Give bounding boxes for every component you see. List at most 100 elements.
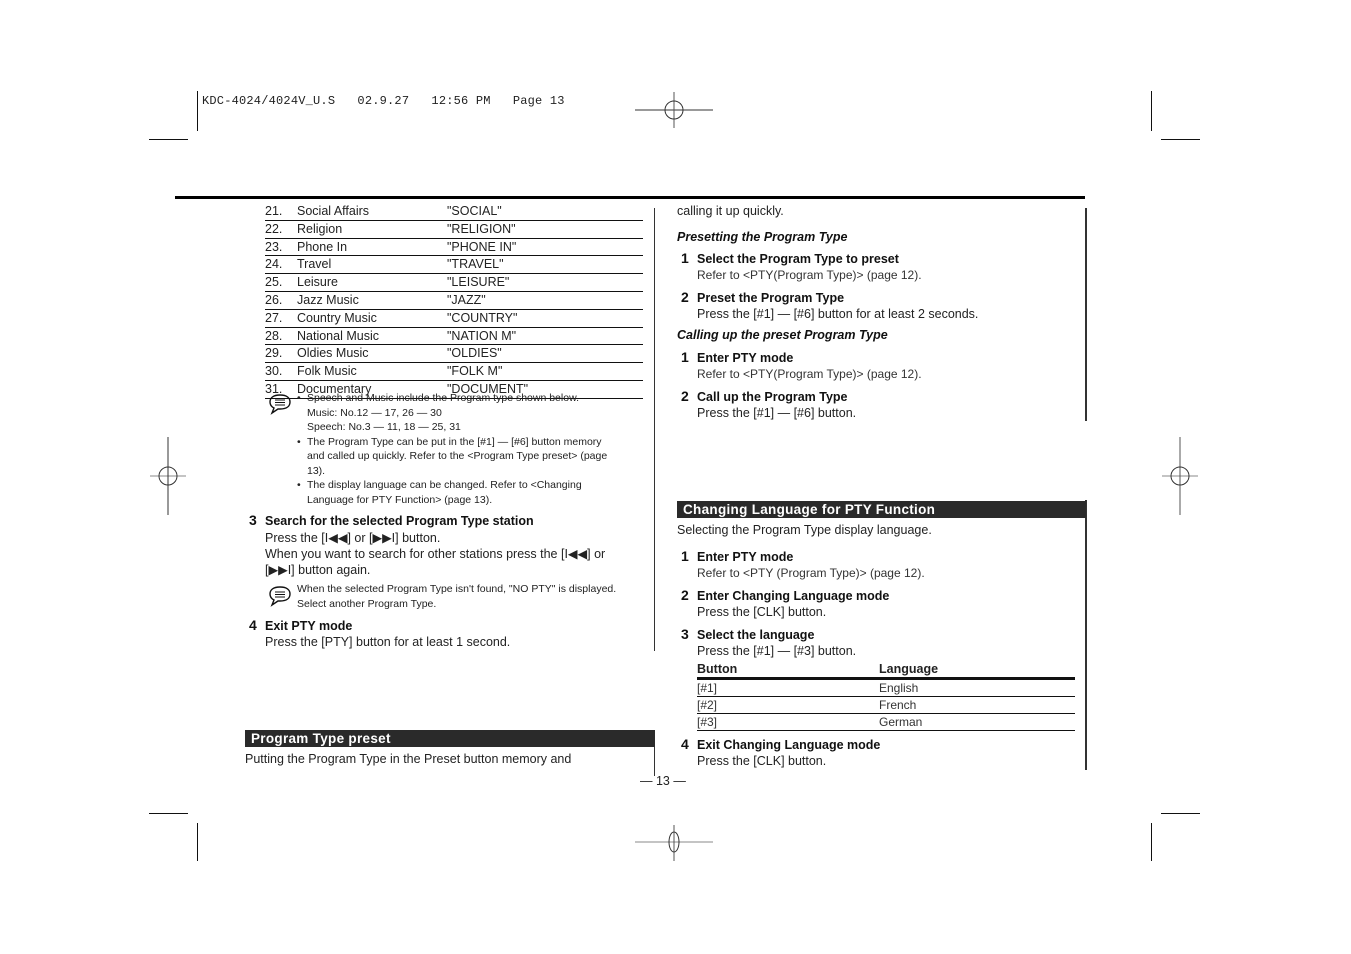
step-title: Enter PTY mode xyxy=(697,351,794,365)
registration-mark-icon xyxy=(635,90,715,130)
pty-name: Religion xyxy=(297,221,343,236)
note-text: Language for PTY Function> (page 13). xyxy=(307,493,493,506)
pty-name: Travel xyxy=(297,257,332,272)
step-number: 4 xyxy=(681,736,689,752)
step-title: Enter Changing Language mode xyxy=(697,589,890,603)
step-number: 3 xyxy=(681,626,689,642)
pty-number: 25. xyxy=(265,275,283,290)
table-row: 29. Oldies Music "OLDIES" xyxy=(265,345,643,364)
pty-name: Leisure xyxy=(297,275,338,290)
step-title: Exit Changing Language mode xyxy=(697,738,881,752)
pty-number: 24. xyxy=(265,257,283,272)
step-text: Press the [#1] — [#6] button for at leas… xyxy=(697,307,979,321)
section-intro: Selecting the Program Type display langu… xyxy=(677,523,932,537)
column-divider xyxy=(1085,500,1087,770)
step-text: Press the [#1] — [#6] button. xyxy=(697,406,857,420)
note-text: and called up quickly. Refer to the <Pro… xyxy=(307,450,608,462)
step-title: Exit PTY mode xyxy=(265,619,353,633)
pty-name: Phone In xyxy=(297,239,348,254)
button-cell: [#1] xyxy=(697,681,718,695)
subheading-calling-up: Calling up the preset Program Type xyxy=(677,328,888,342)
note-bullet: Speech and Music include the Program typ… xyxy=(297,391,657,435)
note-text: The Program Type can be put in the [#1] … xyxy=(307,435,602,448)
note-speech-bubble-icon xyxy=(268,585,292,612)
table-header: Button Language xyxy=(697,662,1075,680)
registration-mark-icon xyxy=(1160,437,1200,517)
print-slug: KDC-4024/4024V_U.S 02.9.27 12:56 PM Page… xyxy=(202,94,565,108)
note-text: When the selected Program Type isn't fou… xyxy=(297,583,617,595)
step-text: Press the [CLK] button. xyxy=(697,754,827,768)
note-bullet: The display language can be changed. Ref… xyxy=(297,478,657,507)
step-number: 2 xyxy=(681,587,689,603)
note-text: Select another Program Type. xyxy=(297,597,437,610)
note-speech-bubble-icon xyxy=(268,393,292,420)
step-number: 2 xyxy=(681,289,689,305)
crop-mark xyxy=(149,139,188,140)
crop-mark xyxy=(1161,813,1200,814)
column-divider xyxy=(1085,208,1087,421)
step-text: Press the [CLK] button. xyxy=(697,605,827,619)
table-row: 21. Social Affairs "SOCIAL" xyxy=(265,203,643,221)
column-header-language: Language xyxy=(879,662,939,676)
header-rule xyxy=(175,196,1085,199)
note-block: When the selected Program Type isn't fou… xyxy=(297,582,616,611)
step-title: Select the Program Type to preset xyxy=(697,252,899,266)
note-text: Music: No.12 — 17, 26 — 30 xyxy=(307,406,442,419)
section-heading-program-type-preset: Program Type preset xyxy=(245,730,655,747)
pty-display-code: "OLDIES" xyxy=(447,346,502,361)
step-number: 3 xyxy=(249,512,257,528)
table-row: 25. Leisure "LEISURE" xyxy=(265,274,643,292)
pty-name: Jazz Music xyxy=(297,292,359,307)
language-table: Button Language [#1] English [#2] French… xyxy=(697,662,1075,731)
crop-mark xyxy=(149,813,188,814)
pty-display-code: "JAZZ" xyxy=(447,292,486,307)
pty-name: Folk Music xyxy=(297,364,357,379)
pty-display-code: "FOLK M" xyxy=(447,364,503,379)
step-title: Enter PTY mode xyxy=(697,550,794,564)
section-intro: Putting the Program Type in the Preset b… xyxy=(245,752,572,766)
step-text: [▶▶I] button again. xyxy=(265,563,371,577)
subheading-presetting: Presetting the Program Type xyxy=(677,230,848,244)
pty-number: 29. xyxy=(265,346,283,361)
note-text: The display language can be changed. Ref… xyxy=(307,479,582,491)
registration-mark-icon xyxy=(635,823,715,863)
pty-number: 27. xyxy=(265,310,283,325)
pty-display-code: "SOCIAL" xyxy=(447,204,502,218)
pty-number: 23. xyxy=(265,239,283,254)
pty-name: National Music xyxy=(297,328,379,343)
pty-display-code: "TRAVEL" xyxy=(447,257,504,272)
table-row: [#3] German xyxy=(697,714,1075,731)
crop-mark xyxy=(1151,823,1152,861)
table-row: [#2] French xyxy=(697,697,1075,714)
pty-number: 26. xyxy=(265,292,283,307)
table-row: 23. Phone In "PHONE IN" xyxy=(265,239,643,257)
pty-number: 21. xyxy=(265,204,283,218)
step-number: 2 xyxy=(681,388,689,404)
language-cell: English xyxy=(879,681,919,695)
page-number: — 13 — xyxy=(640,774,686,788)
table-row: [#1] English xyxy=(697,680,1075,697)
section-intro: calling it up quickly. xyxy=(677,204,784,218)
pty-display-code: "NATION M" xyxy=(447,328,517,343)
step-number: 4 xyxy=(249,617,257,633)
step-text: Refer to <PTY(Program Type)> (page 12). xyxy=(697,268,922,282)
step-text: When you want to search for other statio… xyxy=(265,547,606,561)
table-row: 26. Jazz Music "JAZZ" xyxy=(265,292,643,310)
pty-display-code: "RELIGION" xyxy=(447,221,516,236)
step-text: Refer to <PTY(Program Type)> (page 12). xyxy=(697,367,922,381)
pty-number: 28. xyxy=(265,328,283,343)
step-number: 1 xyxy=(681,548,689,564)
section-heading-changing-language: Changing Language for PTY Function xyxy=(677,501,1086,518)
step-number: 1 xyxy=(681,250,689,266)
step-title: Call up the Program Type xyxy=(697,390,848,404)
crop-mark xyxy=(197,823,198,861)
pty-display-code: "PHONE IN" xyxy=(447,239,517,254)
pty-name: Social Affairs xyxy=(297,204,370,218)
crop-mark xyxy=(1151,91,1152,131)
step-title: Search for the selected Program Type sta… xyxy=(265,514,534,528)
language-cell: French xyxy=(879,698,917,712)
step-title: Select the language xyxy=(697,628,815,642)
pty-number: 30. xyxy=(265,364,283,379)
step-text: Press the [PTY] button for at least 1 se… xyxy=(265,635,511,649)
note-bullet: The Program Type can be put in the [#1] … xyxy=(297,435,657,479)
